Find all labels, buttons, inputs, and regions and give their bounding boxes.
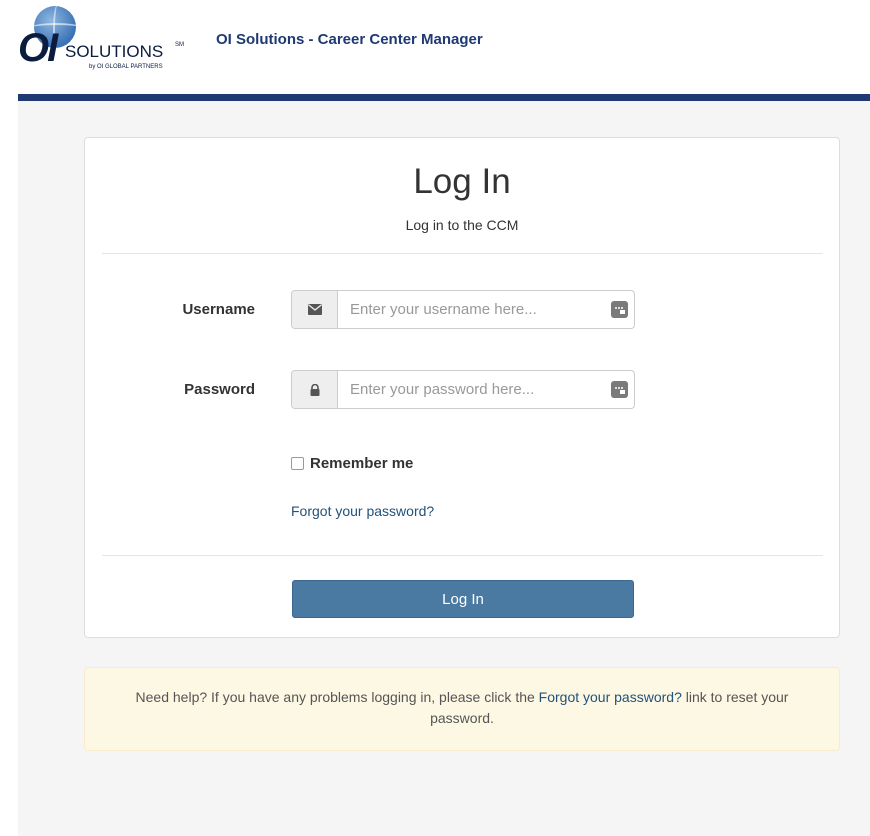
remember-me-label[interactable]: Remember me [310, 455, 413, 472]
password-manager-icon[interactable] [611, 381, 628, 398]
logo-name: SOLUTIONS [65, 42, 164, 61]
page-subtitle: Log in to the CCM [405, 217, 519, 233]
help-text-before: Need help? If you have any problems logg… [135, 689, 539, 705]
login-panel: Log In Log in to the CCM Username Passwo… [84, 137, 840, 638]
app-title: OI Solutions - Career Center Manager [216, 31, 483, 48]
logo-subtitle: by OI GLOBAL PARTNERS [89, 64, 163, 70]
page-title: Log In [413, 162, 511, 201]
help-text: Need help? If you have any problems logg… [105, 687, 819, 729]
forgot-password-link[interactable]: Forgot your password? [291, 503, 434, 519]
remember-me-row[interactable]: Remember me [291, 455, 413, 472]
envelope-icon [292, 291, 338, 328]
password-input-group [291, 370, 635, 409]
lock-icon [292, 371, 338, 408]
help-alert: Need help? If you have any problems logg… [84, 667, 840, 751]
password-input[interactable] [338, 371, 634, 408]
header-divider-bar [18, 94, 870, 101]
divider [102, 555, 823, 556]
login-button[interactable]: Log In [292, 580, 634, 618]
password-label: Password [184, 381, 255, 398]
divider [102, 253, 823, 254]
remember-me-checkbox[interactable] [291, 457, 304, 470]
oi-solutions-logo[interactable]: OI SOLUTIONS SM by OI GLOBAL PARTNERS [18, 6, 188, 88]
logo-trademark: SM [175, 42, 184, 48]
username-label: Username [182, 301, 255, 318]
username-input-group [291, 290, 635, 329]
logo-mark: OI [18, 26, 58, 70]
page-header: OI SOLUTIONS SM by OI GLOBAL PARTNERS OI… [0, 0, 870, 94]
help-forgot-password-link[interactable]: Forgot your password? [539, 689, 682, 705]
username-input[interactable] [338, 291, 634, 328]
password-manager-icon[interactable] [611, 301, 628, 318]
